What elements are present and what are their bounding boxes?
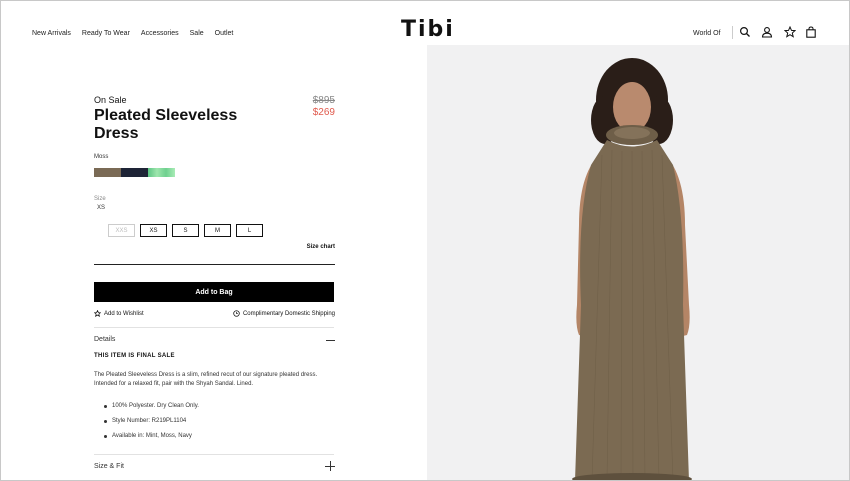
nav-world-of[interactable]: World Of (693, 30, 721, 37)
wishlist-label: Add to Wishlist (104, 310, 144, 317)
size-s-button[interactable]: S (172, 224, 199, 237)
swatch-navy[interactable] (121, 168, 148, 177)
account-icon[interactable] (761, 26, 773, 38)
product-image[interactable] (427, 45, 849, 480)
nav-ready-to-wear[interactable]: Ready To Wear (82, 30, 130, 37)
size-l-button[interactable]: L (236, 224, 263, 237)
divider (94, 454, 334, 455)
wishlist-star-icon[interactable] (784, 26, 796, 38)
original-price: $895 (312, 95, 335, 106)
product-description: The Pleated Sleeveless Dress is a slim, … (94, 372, 318, 387)
swatch-mint[interactable] (148, 168, 175, 177)
size-xs-button[interactable]: XS (140, 224, 167, 237)
product-page: New Arrivals Ready To Wear Accessories S… (0, 0, 850, 481)
details-list: 100% Polyester. Dry Clean Only. Style Nu… (104, 403, 324, 448)
product-title: Pleated Sleeveless Dress (94, 107, 238, 142)
search-icon[interactable] (739, 26, 751, 38)
color-swatches (94, 168, 175, 177)
list-item: 100% Polyester. Dry Clean Only. (104, 403, 324, 418)
expand-icon[interactable] (325, 461, 335, 471)
brand-logo[interactable]: Tibi (401, 17, 455, 42)
selected-size: XS (97, 205, 106, 211)
main-nav: New Arrivals Ready To Wear Accessories S… (32, 30, 233, 37)
add-to-bag-button[interactable]: Add to Bag (94, 282, 334, 302)
size-fit-accordion-toggle[interactable]: Size & Fit (94, 463, 124, 470)
color-label: Moss (94, 154, 109, 160)
collapse-icon[interactable] (326, 340, 335, 341)
bag-icon[interactable] (805, 26, 817, 38)
add-to-wishlist-link[interactable]: Add to Wishlist (94, 310, 144, 317)
site-header: New Arrivals Ready To Wear Accessories S… (1, 1, 849, 45)
nav-sale[interactable]: Sale (190, 30, 204, 37)
list-item: Style Number: R219PL1104 (104, 418, 324, 433)
star-icon (94, 310, 101, 317)
nav-accessories[interactable]: Accessories (141, 30, 179, 37)
size-chart-link[interactable]: Size chart (307, 244, 335, 250)
list-item: Available in: Mint, Moss, Navy (104, 433, 324, 448)
divider (94, 264, 335, 265)
swatch-moss[interactable] (94, 168, 121, 177)
final-sale-notice: THIS ITEM IS FINAL SALE (94, 353, 175, 359)
header-divider (732, 26, 733, 39)
sale-price: $269 (312, 107, 335, 118)
nav-outlet[interactable]: Outlet (215, 30, 234, 37)
shipping-label: Complimentary Domestic Shipping (242, 310, 335, 317)
size-label: Size (94, 196, 106, 202)
divider (94, 327, 334, 328)
nav-new-arrivals[interactable]: New Arrivals (32, 30, 71, 37)
size-m-button[interactable]: M (204, 224, 231, 237)
sale-badge: On Sale (94, 95, 127, 105)
size-options: XXS XS S M L (108, 224, 263, 237)
size-xxs-button[interactable]: XXS (108, 224, 135, 237)
shipping-info: Complimentary Domestic Shipping (233, 310, 335, 317)
clock-icon (233, 310, 240, 317)
details-accordion-toggle[interactable]: Details (94, 336, 115, 343)
